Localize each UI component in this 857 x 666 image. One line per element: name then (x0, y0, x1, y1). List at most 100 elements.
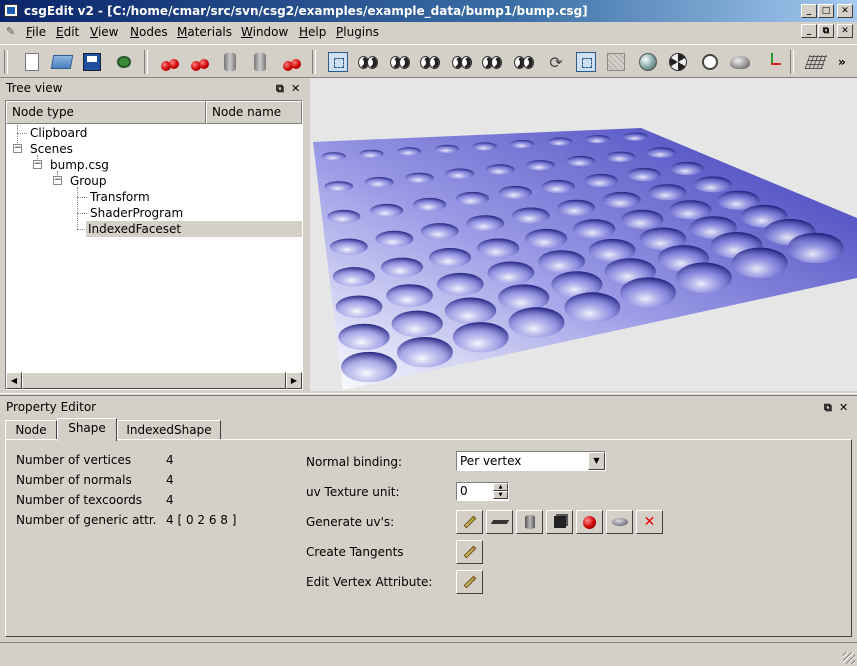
teapot-icon (611, 518, 628, 526)
dimple (434, 144, 460, 153)
dimple (452, 322, 509, 353)
uv-teapot-button[interactable] (606, 510, 633, 534)
wireframe-icon[interactable] (604, 50, 628, 74)
toolbar-separator (790, 50, 794, 74)
menu-materials[interactable]: Materials (177, 25, 232, 39)
tree-line (17, 133, 27, 134)
menu-plugins[interactable]: Plugins (336, 25, 379, 39)
uv-plane-button[interactable] (486, 510, 513, 534)
minimize-button[interactable]: _ (801, 4, 817, 18)
uv-cube-button[interactable] (546, 510, 573, 534)
collapse-scenes-icon[interactable]: − (13, 144, 22, 153)
uv-pencil-button[interactable] (456, 510, 483, 534)
document-icon[interactable]: ✎ (6, 25, 18, 38)
radiation-icon[interactable] (666, 50, 690, 74)
menu-file[interactable]: File (26, 25, 46, 39)
tree-item-indexedfaceset[interactable]: IndexedFaceset (86, 221, 302, 237)
new-document-icon[interactable] (20, 50, 44, 74)
dimple (455, 191, 490, 206)
dimple (327, 209, 361, 224)
tree-item-scenes[interactable]: Scenes (28, 141, 73, 157)
tab-indexedshape[interactable]: IndexedShape (117, 420, 221, 440)
eyes-icon[interactable] (512, 50, 536, 74)
open-folder-icon[interactable] (50, 50, 74, 74)
tree-view[interactable]: Node type Node name − − − Clipboard Scen… (5, 100, 303, 390)
float-dock-icon[interactable]: ⧉ (824, 402, 832, 413)
tab-node[interactable]: Node (5, 420, 57, 440)
teapot-icon[interactable] (728, 50, 752, 74)
menu-window[interactable]: Window (241, 25, 288, 39)
normal-binding-select[interactable]: Per vertex ▼ (456, 451, 606, 471)
tree-item-transform[interactable]: Transform (88, 189, 150, 205)
pencil-icon (463, 545, 476, 559)
menu-view[interactable]: View (90, 25, 118, 39)
collapse-group-icon[interactable]: − (53, 176, 62, 185)
grid-icon[interactable] (804, 50, 828, 74)
sphere-icon[interactable] (636, 50, 660, 74)
dock-splitter[interactable] (0, 393, 857, 396)
scroll-left-icon[interactable]: ◀ (6, 372, 22, 389)
menu-edit[interactable]: Edit (56, 25, 79, 39)
copy-cherries-icon[interactable] (188, 50, 212, 74)
toolbar-handle[interactable] (4, 50, 8, 74)
column-header-node-name[interactable]: Node name (206, 101, 302, 124)
scroll-right-icon[interactable]: ▶ (286, 372, 302, 389)
rotate-icon[interactable]: ⟳ (544, 50, 568, 74)
resize-grip-icon[interactable] (843, 652, 855, 664)
paste-can-icon[interactable] (248, 50, 272, 74)
column-header-node-type[interactable]: Node type (6, 101, 206, 124)
dimple (548, 137, 573, 146)
uv-remove-button[interactable]: ✕ (636, 510, 663, 534)
axes-icon[interactable] (760, 50, 784, 74)
eyes-icon[interactable] (418, 50, 442, 74)
menu-nodes[interactable]: Nodes (130, 25, 168, 39)
close-window-button[interactable]: ✕ (837, 4, 853, 18)
collapse-bump-icon[interactable]: − (33, 160, 42, 169)
close-dock-icon[interactable]: ✕ (291, 83, 300, 94)
delete-cherries-icon[interactable] (280, 50, 304, 74)
mdi-restore-button[interactable]: ⧉ (818, 24, 834, 38)
maximize-button[interactable]: □ (818, 4, 834, 18)
dimple (375, 230, 414, 247)
uv-cylinder-button[interactable] (516, 510, 543, 534)
tab-shape[interactable]: Shape (57, 418, 117, 441)
camera-icon[interactable] (326, 50, 350, 74)
toolbar-overflow-icon[interactable]: » (838, 55, 846, 69)
can-icon[interactable] (218, 50, 242, 74)
3d-viewport[interactable] (310, 78, 857, 391)
bug-icon[interactable] (112, 50, 136, 74)
dimple (620, 277, 676, 308)
pencil-icon (463, 575, 476, 589)
tree-item-bump-csg[interactable]: bump.csg (48, 157, 109, 173)
horizontal-scrollbar[interactable]: ◀ ▶ (6, 372, 302, 389)
spin-down-icon[interactable]: ▼ (493, 491, 508, 499)
tree-item-clipboard[interactable]: Clipboard (28, 125, 87, 141)
create-tangents-button[interactable] (456, 540, 483, 564)
tree-line (77, 187, 78, 229)
tree-item-group[interactable]: Group (68, 173, 107, 189)
uv-unit-spinbox[interactable]: 0 ▲ ▼ (456, 482, 509, 501)
mdi-minimize-button[interactable]: _ (801, 24, 817, 38)
chevron-down-icon[interactable]: ▼ (588, 452, 605, 470)
tree-item-shaderprogram[interactable]: ShaderProgram (88, 205, 183, 221)
eyes-icon[interactable] (356, 50, 380, 74)
cherries-icon[interactable] (158, 50, 182, 74)
stopwatch-icon[interactable] (698, 50, 722, 74)
spin-up-icon[interactable]: ▲ (493, 483, 508, 491)
edit-vertex-attr-button[interactable] (456, 570, 483, 594)
dimple (370, 203, 404, 218)
eyes-icon[interactable] (450, 50, 474, 74)
mdi-close-button[interactable]: ✕ (837, 24, 853, 38)
cube-icon (553, 516, 566, 528)
eyes-icon[interactable] (388, 50, 412, 74)
dimple (444, 297, 497, 324)
eyes-icon[interactable] (480, 50, 504, 74)
uv-sphere-button[interactable] (576, 510, 603, 534)
menu-help[interactable]: Help (299, 25, 326, 39)
fit-view-icon[interactable] (574, 50, 598, 74)
dimple (324, 181, 354, 192)
float-dock-icon[interactable]: ⧉ (276, 83, 284, 94)
close-dock-icon[interactable]: ✕ (839, 402, 848, 413)
scroll-thumb[interactable] (22, 372, 286, 389)
save-disk-icon[interactable] (80, 50, 104, 74)
